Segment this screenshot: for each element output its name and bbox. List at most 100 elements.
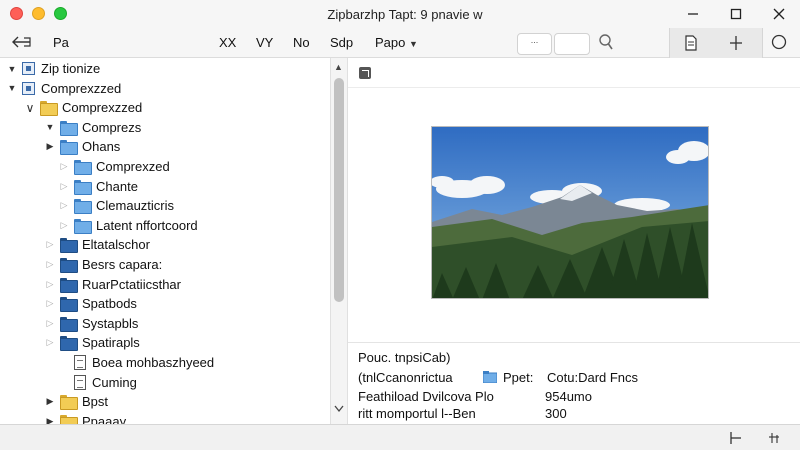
close-window-button[interactable] [10, 7, 23, 20]
scroll-up-icon[interactable]: ▲ [334, 62, 343, 72]
tree-row-label: Spatbods [82, 296, 137, 312]
tree-row-label: Clemauzticris [96, 198, 175, 214]
maximize-icon[interactable] [723, 4, 749, 24]
folder-icon [60, 258, 78, 273]
disclosure-open-icon[interactable]: ∨ [24, 101, 36, 115]
tree-row[interactable]: ▷ Comprexzed [58, 157, 170, 176]
document-icon [74, 374, 86, 390]
folder-icon [60, 140, 78, 156]
info-divider [348, 342, 800, 343]
back-arrow-icon[interactable] [10, 34, 34, 53]
tree-row-label: Cuming [92, 374, 137, 390]
tree-row[interactable]: ▷ Clemauzticris [58, 196, 174, 215]
toolbar-item-4[interactable]: Sdp [330, 35, 353, 50]
search-input[interactable]: ... [517, 33, 552, 55]
tree-row[interactable]: ▷ Latent nffortcoord [58, 216, 198, 235]
tree-row[interactable]: ▷ Spatirapls [44, 333, 140, 352]
disclosure-closed-icon[interactable]: ▷ [44, 318, 56, 329]
zoom-window-button[interactable] [54, 7, 67, 20]
tree-row[interactable]: Cuming [58, 373, 137, 392]
disclosure-open-icon[interactable]: ▼ [6, 64, 18, 74]
tree-row-label: Boea mohbaszhyeed [92, 355, 215, 370]
info-value-1-text: Ppet: [503, 370, 534, 385]
toolbar-item-2[interactable]: VY [256, 35, 273, 50]
minimize-icon[interactable] [680, 4, 706, 24]
plus-icon[interactable] [726, 34, 746, 52]
disclosure-closed-icon[interactable]: ▷ [44, 298, 56, 309]
preview-pane: Pouc. tnpsiCab) (tnlCcanonrictua Ppet: C… [348, 58, 800, 424]
scroll-down-icon[interactable] [334, 405, 344, 415]
scroll-thumb[interactable] [334, 78, 344, 302]
tree-row[interactable]: ▷ RuarPctatiicsthar [44, 275, 181, 294]
disclosure-closed-icon[interactable]: ▶ [44, 141, 56, 152]
disclosure-closed-icon[interactable]: ▶ [44, 416, 56, 424]
tree-row[interactable]: ▷ Chante [58, 177, 138, 196]
tree-row-label: Systapbls [82, 315, 139, 331]
tree-row-label: Eltatalschor [82, 237, 150, 253]
info-value-3: 300 [545, 406, 567, 421]
search-icon[interactable] [597, 33, 615, 54]
info-key-1: (tnlCcanonrictua [358, 370, 453, 385]
folder-icon [60, 395, 78, 411]
disclosure-closed-icon[interactable]: ▷ [44, 279, 56, 290]
tree-row[interactable]: ▷ Besrs capara: [44, 255, 162, 274]
folder-icon [60, 297, 78, 313]
folder-icon [60, 316, 78, 332]
folder-icon [60, 277, 78, 293]
window-title: Zipbarzhp Tapt: 9 pnavie w [327, 7, 483, 22]
tree-row[interactable]: Boea mohbaszhyeed [58, 353, 214, 372]
disclosure-closed-icon[interactable]: ▷ [58, 161, 70, 172]
disclosure-closed-icon[interactable]: ▷ [58, 181, 70, 192]
disclosure-open-icon[interactable]: ▼ [44, 122, 56, 132]
zip-archive-icon [22, 81, 35, 95]
folder-icon [60, 336, 78, 352]
tree-row[interactable]: ▷ Eltatalschor [44, 235, 150, 254]
disclosure-closed-icon[interactable]: ▷ [58, 200, 70, 211]
info-key-3: ritt momportul l--Ben [358, 406, 476, 421]
tree-row[interactable]: ▶ Ppaaay [44, 412, 126, 424]
tree-row[interactable]: ▼ Comprexzzed [6, 79, 122, 98]
tree-row-label: Ohans [82, 139, 121, 155]
tree-row-label: Comprexzzed [62, 100, 143, 116]
info-value-2: 954umo [545, 389, 592, 404]
back-button-label[interactable]: Pa [53, 35, 69, 50]
toolbar-item-3[interactable]: No [293, 35, 310, 50]
tree-row-label: Comprezs [82, 119, 142, 135]
split-view-icon[interactable] [729, 431, 743, 448]
tree-row-label: Zip tionize [41, 61, 101, 76]
disclosure-closed-icon[interactable]: ▷ [58, 220, 70, 231]
document-icon[interactable] [681, 34, 701, 52]
disclosure-closed-icon[interactable]: ▷ [44, 337, 56, 348]
tree-row[interactable]: ▼ Comprezs [44, 118, 141, 137]
folder-icon [74, 199, 92, 215]
tree-row[interactable]: ▷ Spatbods [44, 294, 137, 313]
folder-icon [482, 371, 498, 386]
zip-archive-icon [22, 62, 35, 75]
status-bar [0, 424, 800, 450]
preview-toggle-icon[interactable] [359, 67, 371, 79]
toolbar-item-1[interactable]: XX [219, 35, 236, 50]
tree-row[interactable]: ▶ Bpst [44, 392, 108, 411]
view-buttons [669, 28, 763, 58]
disclosure-closed-icon[interactable]: ▶ [44, 396, 56, 407]
minimize-window-button[interactable] [32, 7, 45, 20]
tree-row[interactable]: ▼ Zip tionize [6, 59, 101, 78]
tree-row[interactable]: ▶ Ohans [44, 137, 120, 156]
search-field-secondary[interactable] [554, 33, 590, 55]
circle-icon[interactable] [771, 34, 787, 53]
folder-icon [60, 414, 78, 424]
grid-icon[interactable] [767, 431, 781, 448]
disclosure-closed-icon[interactable]: ▷ [44, 239, 56, 250]
papo-menu[interactable]: Papo ▼ [375, 35, 418, 50]
tree-row-label: Spatirapls [82, 335, 140, 351]
tree-scrollbar[interactable]: ▲ [330, 58, 348, 424]
tree-row-label: Besrs capara: [82, 257, 163, 272]
disclosure-open-icon[interactable]: ▼ [6, 83, 18, 93]
close-icon[interactable] [766, 4, 792, 24]
tree-row[interactable]: ∨ Comprexzzed [24, 98, 142, 117]
tree-row[interactable]: ▷ Systapbls [44, 314, 138, 333]
tree-row-label: Latent nffortcoord [96, 217, 198, 233]
info-extra-1: Cotu:Dard Fncs [547, 370, 639, 385]
preview-image [431, 126, 709, 299]
disclosure-closed-icon[interactable]: ▷ [44, 259, 56, 270]
